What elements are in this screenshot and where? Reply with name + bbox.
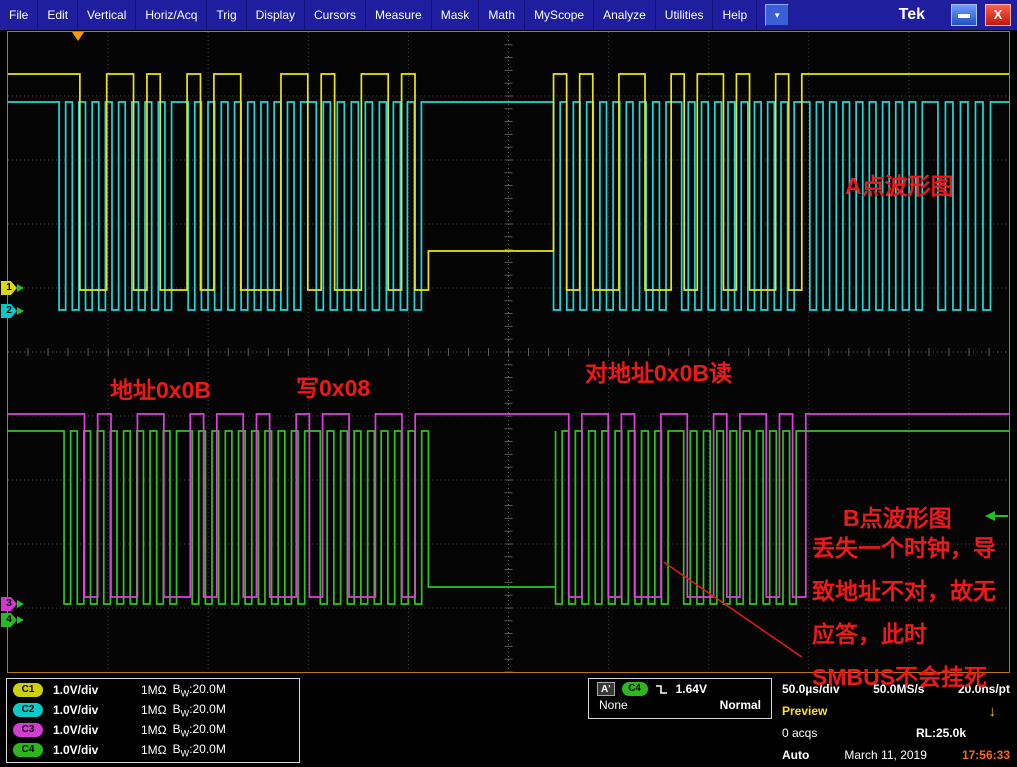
channel-badge[interactable]: C1 <box>13 683 43 697</box>
menu-item-myscope[interactable]: MyScope <box>525 0 595 30</box>
menu-item-mask[interactable]: Mask <box>432 0 480 30</box>
acquisition-count: 0 acqs <box>782 726 818 740</box>
channel-scale: 1.0V/div <box>53 723 99 737</box>
channel-impedance: 1MΩ <box>141 703 167 717</box>
record-length: RL:25.0k <box>915 726 966 740</box>
channel-impedance: 1MΩ <box>141 683 167 697</box>
channel-readout-row: C1 1.0V/div 1MΩ BW:20.0M <box>7 680 299 700</box>
trigger-level: 1.64V <box>675 682 707 696</box>
trigger-position-marker[interactable] <box>72 32 85 41</box>
scroll-down-icon: ↓ <box>988 702 997 720</box>
channel-readouts: C1 1.0V/div 1MΩ BW:20.0M C2 1.0V/div 1MΩ BW:20.… <box>6 678 300 763</box>
channel-impedance: 1MΩ <box>141 723 167 737</box>
trigger-mode-auto: Auto <box>782 748 810 762</box>
time-label: 17:56:33 <box>961 748 1010 762</box>
channel-scale: 1.0V/div <box>53 683 99 697</box>
menu-bar: File Edit Vertical Horiz/Acq Trig Display Curs… <box>0 0 1017 30</box>
annotation-a-point: A点波形图 <box>845 173 954 199</box>
channel-scale: 1.0V/div <box>53 703 99 717</box>
annotation-note-line: 丢失一个时钟，导 <box>812 535 996 561</box>
channel-readout-row: C2 1.0V/div 1MΩ BW:20.0M <box>7 700 299 720</box>
trigger-holdoff: None <box>599 698 628 712</box>
menu-item-utilities[interactable]: Utilities <box>656 0 714 30</box>
trigger-mode: Normal <box>719 698 761 712</box>
menu-item-trig[interactable]: Trig <box>207 0 247 30</box>
annotation-note-line: 致地址不对，故无 <box>812 578 996 604</box>
channel-badge[interactable]: C4 <box>13 743 43 757</box>
channel4-arrow-icon <box>17 616 24 624</box>
minimize-icon <box>958 14 970 18</box>
channel-bandwidth: BW:20.0M <box>172 741 226 759</box>
minimize-button[interactable] <box>951 4 977 26</box>
menu-dropdown-button[interactable]: ▼ <box>765 4 790 26</box>
channel2-arrow-icon <box>17 307 24 315</box>
menu-items: File Edit Vertical Horiz/Acq Trig Display Curs… <box>0 0 758 30</box>
channel-bandwidth: BW:20.0M <box>172 701 226 719</box>
channel-badge[interactable]: C2 <box>13 703 43 717</box>
trigger-level-marker[interactable] <box>984 511 1008 521</box>
channel3-arrow-icon <box>17 600 24 608</box>
annotation-note: 丢失一个时钟，导 致地址不对，故无 应答，此时 SMBUS不会挂死 <box>812 527 996 699</box>
channel-bandwidth: BW:20.0M <box>172 721 226 739</box>
menu-item-file[interactable]: File <box>0 0 39 30</box>
waveform-trace-ch2 <box>8 101 1009 311</box>
annotation-note-line: 应答，此时 <box>812 621 927 647</box>
menu-item-display[interactable]: Display <box>247 0 305 30</box>
date-label: March 11, 2019 <box>844 748 927 762</box>
channel-badge[interactable]: C3 <box>13 723 43 737</box>
annotation-note-line: SMBUS不会挂死 <box>812 664 988 690</box>
menu-item-measure[interactable]: Measure <box>366 0 432 30</box>
close-button[interactable]: X <box>985 4 1011 26</box>
preview-status: Preview <box>782 704 828 718</box>
oscilloscope-screen: File Edit Vertical Horiz/Acq Trig Display Curs… <box>0 0 1017 767</box>
channel-readout-row: C3 1.0V/div 1MΩ BW:20.0M <box>7 720 299 740</box>
annotation-read: 对地址0x0B读 <box>585 360 732 386</box>
channel-readout-row: C4 1.0V/div 1MΩ BW:20.0M <box>7 740 299 760</box>
channel-impedance: 1MΩ <box>141 743 167 757</box>
channel1-arrow-icon <box>17 284 24 292</box>
menu-item-math[interactable]: Math <box>479 0 526 30</box>
annotation-pointer-line <box>663 561 803 658</box>
menu-item-edit[interactable]: Edit <box>38 0 79 30</box>
menu-item-cursors[interactable]: Cursors <box>305 0 367 30</box>
menu-item-horizacq[interactable]: Horiz/Acq <box>136 0 208 30</box>
tek-logo: Tek <box>898 6 925 23</box>
menu-item-analyze[interactable]: Analyze <box>594 0 656 30</box>
menu-item-vertical[interactable]: Vertical <box>78 0 137 30</box>
channel-bandwidth: BW:20.0M <box>172 681 226 699</box>
channel-scale: 1.0V/div <box>53 743 99 757</box>
menu-item-help[interactable]: Help <box>713 0 758 30</box>
trigger-source-badge[interactable]: A' <box>597 682 615 696</box>
annotation-write: 写0x08 <box>296 375 371 401</box>
annotation-address: 地址0x0B <box>110 377 211 403</box>
falling-edge-icon <box>655 684 667 694</box>
trigger-readout: A' C4 1.64V None Normal <box>588 678 772 719</box>
trigger-channel-badge[interactable]: C4 <box>621 682 648 696</box>
